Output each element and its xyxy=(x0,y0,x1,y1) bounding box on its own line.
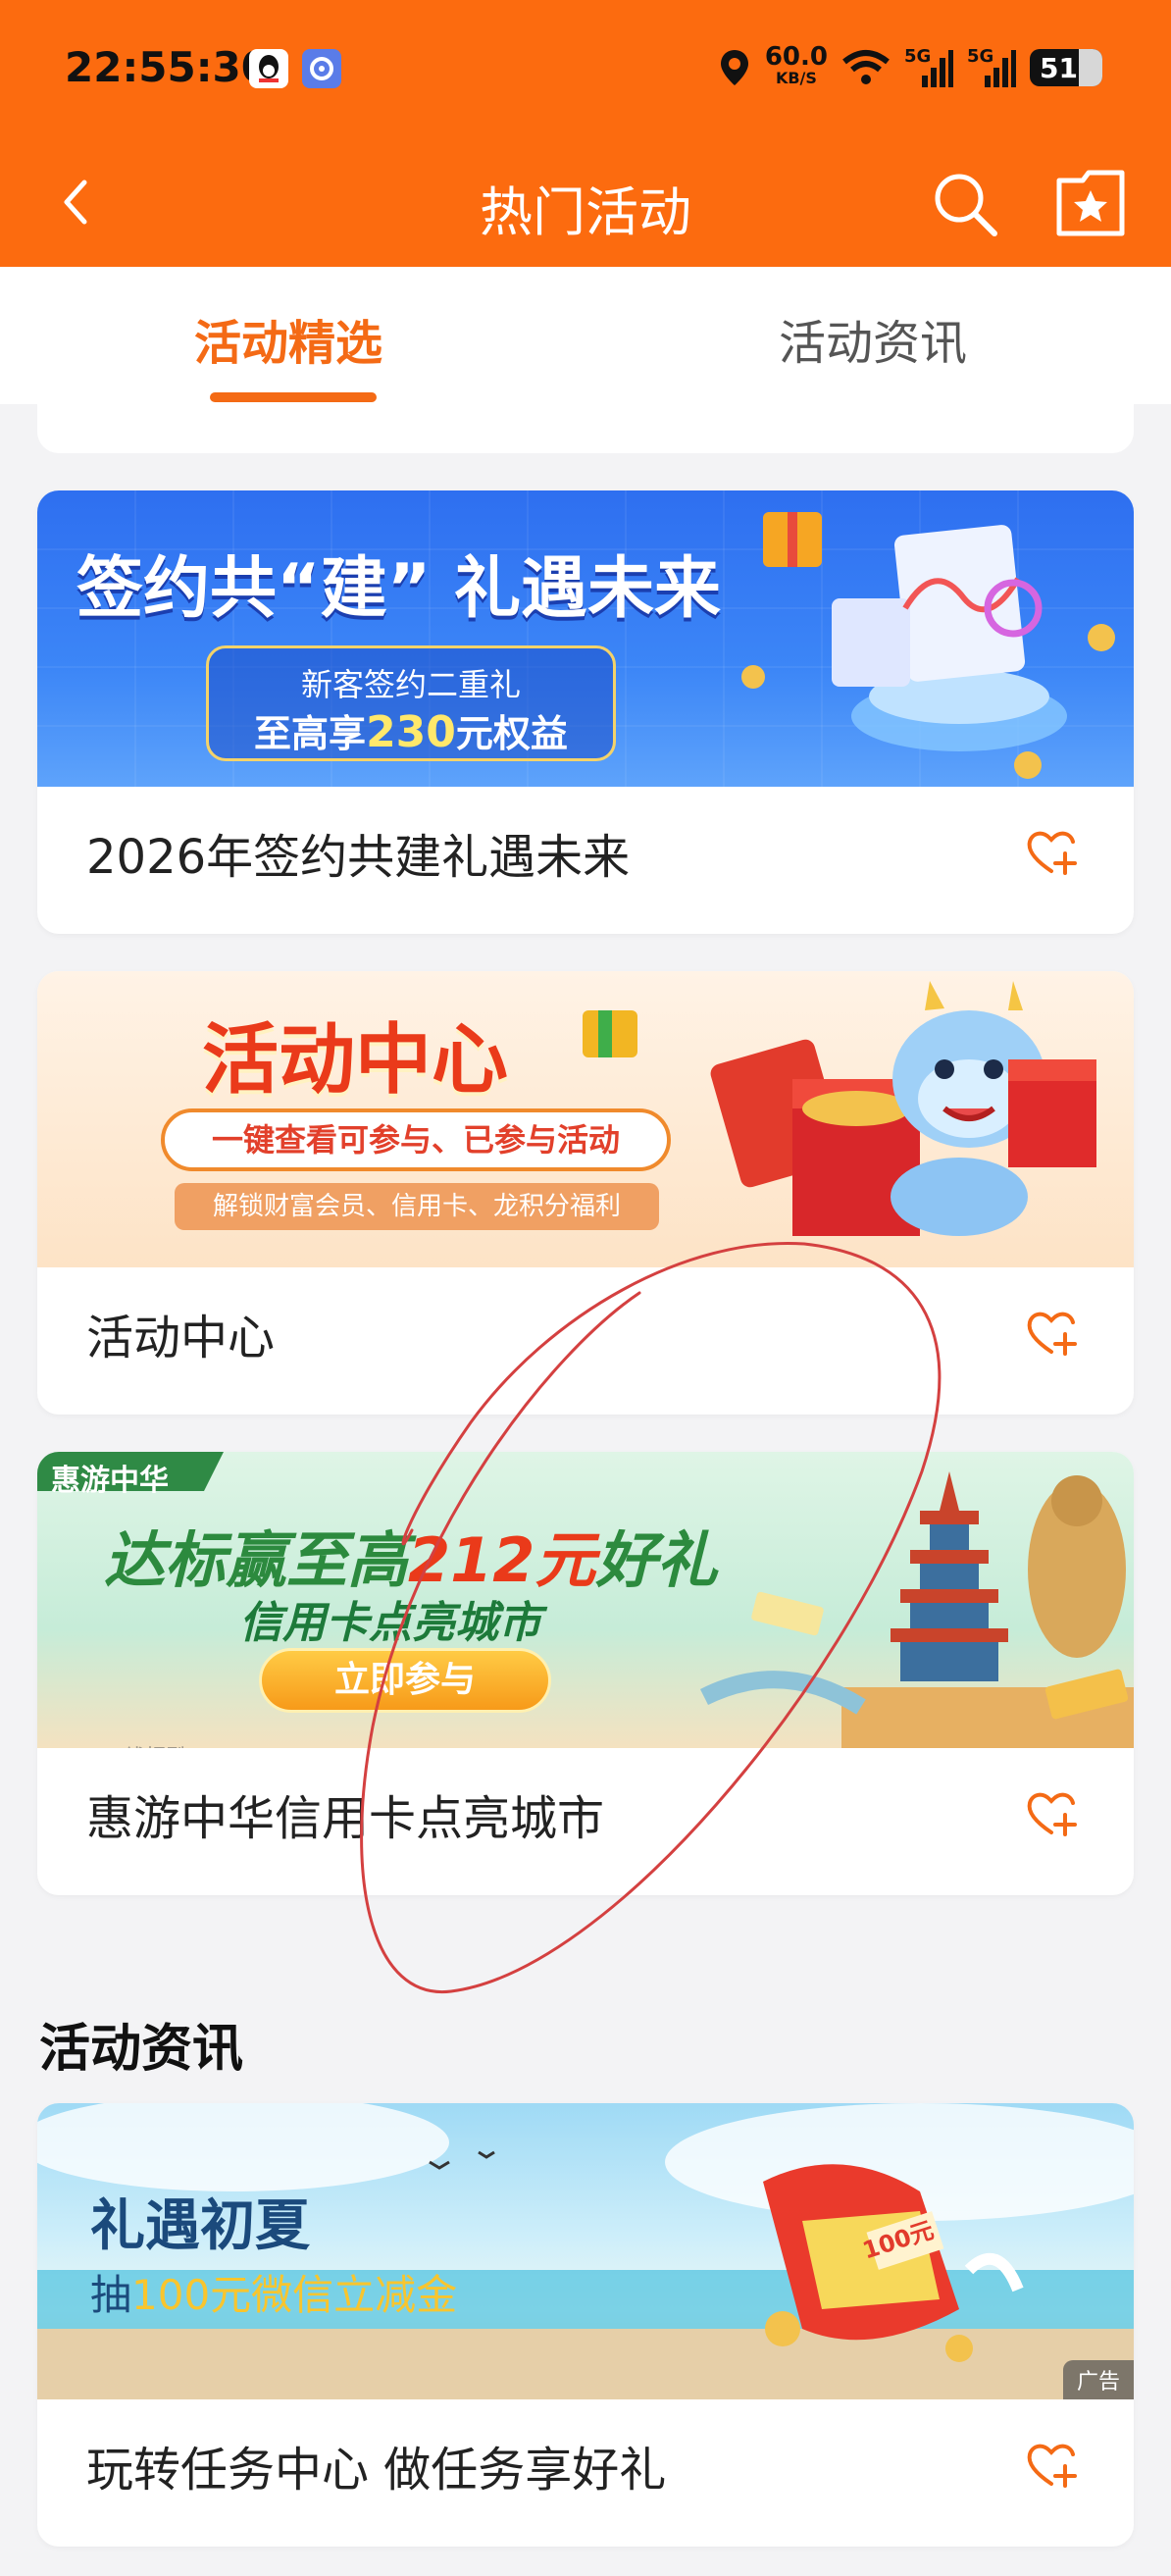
wifi-icon xyxy=(842,50,890,84)
banner-subline: 抽100元微信立减金 xyxy=(90,2271,458,2319)
banner-headline: 礼遇初夏 xyxy=(90,2194,310,2258)
news-banner[interactable]: 礼遇初夏 抽100元微信立减金 100元 广告 xyxy=(37,2103,1134,2399)
signal-icon: 5G xyxy=(967,46,1016,89)
ad-badge: 广告 xyxy=(1062,2360,1134,2399)
network-speed: 60.0 KB/S xyxy=(764,42,828,87)
tab-indicator xyxy=(210,392,377,402)
join-now-button[interactable]: 立即参与 xyxy=(259,1648,551,1713)
activity-card[interactable]: 惠游中华 达标赢至高212元好礼 信用卡点亮城市 立即参与 线报酷-new.xi… xyxy=(37,1452,1134,1895)
card-title: 活动中心 xyxy=(86,1311,276,1365)
activity-card[interactable]: 签约共“建” 礼遇未来 新客签约二重礼 至高享230元权益 2026年签约共建礼… xyxy=(37,490,1134,934)
battery-icon: 51 xyxy=(1030,49,1102,86)
status-bar: 22:55:30 60.0 KB/S 5G 5G 51 xyxy=(0,0,1171,137)
activity-banner[interactable]: 签约共“建” 礼遇未来 新客签约二重礼 至高享230元权益 xyxy=(37,490,1134,787)
banner-headline: 签约共“建” 礼遇未来 xyxy=(76,550,722,628)
tab-featured[interactable]: 活动精选 xyxy=(194,304,382,373)
activity-banner[interactable]: 惠游中华 达标赢至高212元好礼 信用卡点亮城市 立即参与 线报酷-new.xi… xyxy=(37,1452,1134,1748)
banner-footer: 解锁财富会员、信用卡、龙积分福利 xyxy=(175,1183,659,1230)
card-title: 惠游中华信用卡点亮城市 xyxy=(86,1791,605,1846)
heart-plus-icon[interactable] xyxy=(1024,1305,1079,1360)
activity-card[interactable]: 活动中心 一键查看可参与、已参与活动 解锁财富会员、信用卡、龙积分福利 活动中心 xyxy=(37,971,1134,1415)
signal-icon: 5G xyxy=(904,46,953,89)
banner-tag: 惠游中华 xyxy=(51,1464,169,1498)
heart-plus-icon[interactable] xyxy=(1024,824,1079,879)
banner-pill: 新客签约二重礼 至高享230元权益 xyxy=(206,645,616,761)
app-icon xyxy=(302,49,341,88)
heart-plus-icon[interactable] xyxy=(1024,2437,1079,2492)
banner-headline: 达标赢至高212元好礼 xyxy=(104,1524,718,1596)
banner-headline: 活动中心 xyxy=(202,1016,509,1105)
star-folder-icon[interactable] xyxy=(1053,167,1128,239)
heart-plus-icon[interactable] xyxy=(1024,1785,1079,1840)
banner-illustration xyxy=(37,1452,1134,1748)
qq-icon xyxy=(249,49,288,88)
news-card[interactable]: 礼遇初夏 抽100元微信立减金 100元 广告 玩转任务中心 做任务享好礼 xyxy=(37,2103,1134,2547)
card-title: 玩转任务中心 做任务享好礼 xyxy=(86,2443,667,2498)
header: 热门活动 xyxy=(0,137,1171,267)
banner-subline: 一键查看可参与、已参与活动 xyxy=(161,1108,671,1171)
previous-card-edge xyxy=(37,404,1134,453)
activity-banner[interactable]: 活动中心 一键查看可参与、已参与活动 解锁财富会员、信用卡、龙积分福利 xyxy=(37,971,1134,1267)
section-title: 活动资讯 xyxy=(39,2020,244,2079)
search-icon[interactable] xyxy=(928,167,1000,239)
status-time: 22:55:30 xyxy=(65,43,270,91)
watermark-text: 线报酷-new.xianbao.fun xyxy=(124,1740,373,1748)
card-title: 2026年签约共建礼遇未来 xyxy=(86,830,631,885)
location-icon xyxy=(720,50,748,85)
banner-subline: 信用卡点亮城市 xyxy=(239,1598,541,1648)
banner-pill-amount: 至高享230元权益 xyxy=(254,707,568,757)
status-indicators: 60.0 KB/S 5G 5G 51 xyxy=(718,43,1102,92)
tab-bar: 活动精选 活动资讯 xyxy=(0,267,1171,404)
tab-news[interactable]: 活动资讯 xyxy=(779,304,967,373)
banner-pill-line: 新客签约二重礼 xyxy=(300,666,521,703)
